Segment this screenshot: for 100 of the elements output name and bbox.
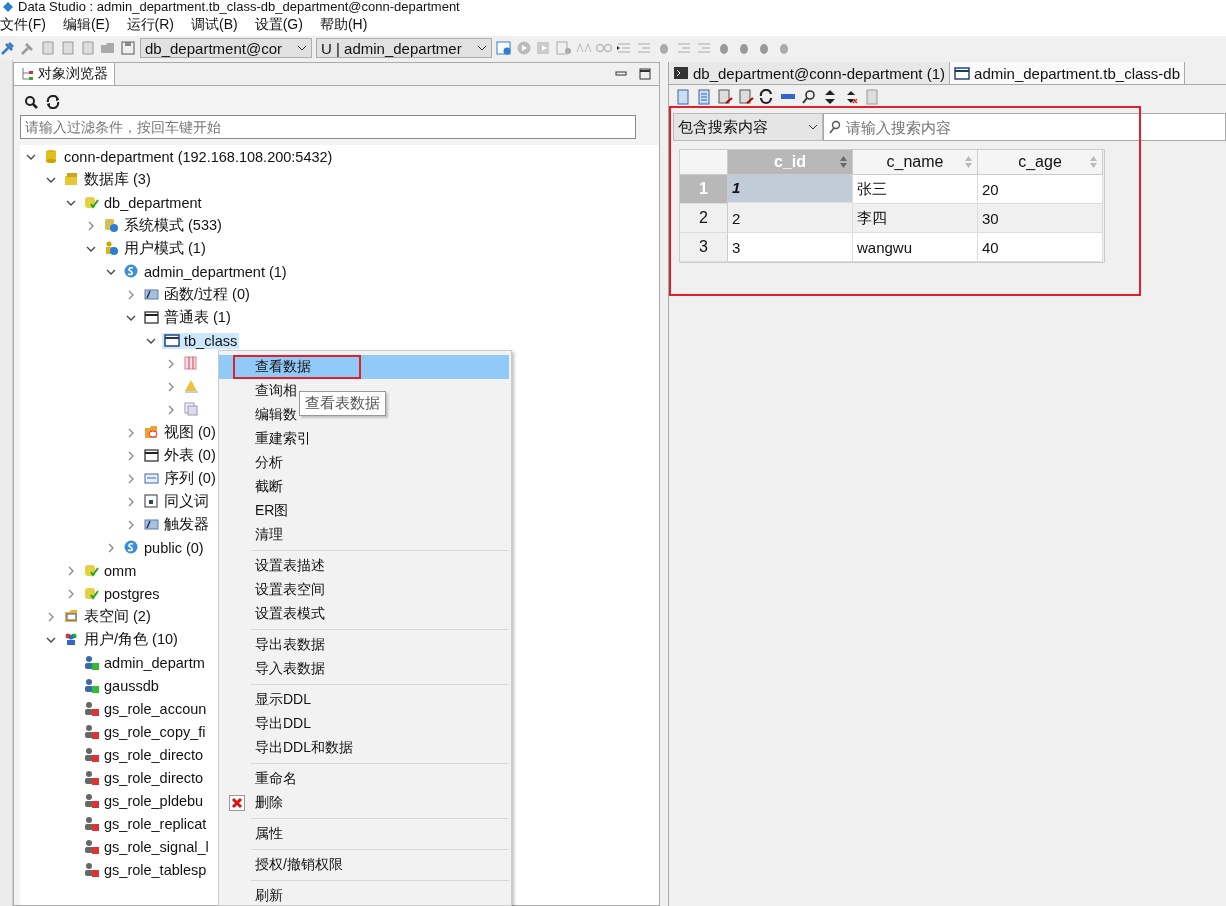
menu-item[interactable]: 设置表描述 [255, 557, 325, 575]
tree-item[interactable]: 表空间 (2) [84, 607, 151, 626]
tree-item[interactable]: gs_role_signal_l [104, 838, 209, 855]
menu-item[interactable]: 设置表空间 [255, 581, 325, 599]
tree-item[interactable]: 系统模式 (533) [124, 216, 222, 235]
user-icon [84, 815, 100, 832]
search-field[interactable]: 请输入搜索内容 [823, 113, 1226, 141]
table-icon [144, 309, 160, 326]
menu-item[interactable]: ER图 [255, 502, 289, 520]
chevron-right-icon[interactable] [166, 381, 176, 392]
document-icon [696, 89, 712, 105]
connection-combo[interactable]: db_department@cor [140, 38, 312, 58]
column-header[interactable]: c_age [978, 150, 1103, 175]
chevron-right-icon[interactable] [126, 519, 136, 530]
menu-item[interactable]: 导出DDL和数据 [255, 739, 353, 757]
app-icon [2, 1, 14, 13]
tree-item[interactable]: conn-department (192.168.108.200:5432) [64, 148, 333, 165]
menu-item[interactable]: 设置表模式 [255, 605, 325, 623]
indent-icon [636, 40, 652, 56]
table-cell: 李四 [853, 204, 978, 233]
search-mode-combo[interactable]: 包含搜索内容 [673, 113, 823, 141]
chevron-right-icon[interactable] [86, 220, 96, 231]
menu-item[interactable]: 导出表数据 [255, 636, 325, 654]
menu-item[interactable]: 截断 [255, 478, 283, 496]
user-icon [84, 654, 100, 671]
menu-item[interactable]: 导入表数据 [255, 660, 325, 678]
chevron-right-icon[interactable] [106, 542, 116, 553]
chevron-down-icon [808, 124, 818, 130]
chevron-right-icon[interactable] [166, 404, 176, 415]
tree-item[interactable]: gs_role_replicat [104, 815, 207, 832]
document-icon [675, 89, 691, 105]
tree-item[interactable]: 序列 (0) [164, 469, 216, 488]
menu-item[interactable]: 调试(B) [191, 16, 238, 34]
tree-item[interactable]: gs_role_tablesp [104, 861, 207, 878]
tree-item[interactable]: gs_role_accoun [104, 700, 207, 717]
tree-item[interactable]: public (0) [144, 539, 204, 556]
function-icon [144, 286, 160, 303]
menu-item[interactable]: 查看数据 [255, 358, 311, 376]
chevron-right-icon[interactable] [126, 496, 136, 507]
chevron-right-icon[interactable] [166, 358, 176, 369]
menu-item[interactable]: 文件(F) [0, 16, 46, 34]
row-header[interactable]: 3 [680, 233, 728, 262]
tree-item[interactable]: 视图 (0) [164, 423, 216, 442]
menu-item[interactable]: 属性 [255, 825, 283, 843]
tree-item[interactable]: admin_department (1) [144, 263, 287, 280]
menu-item[interactable]: 编辑(E) [62, 16, 110, 34]
sort-icon [1089, 155, 1098, 169]
table-cell: 20 [978, 175, 1103, 204]
chevron-right-icon[interactable] [66, 565, 76, 576]
tree-item[interactable]: db_department [104, 194, 202, 211]
panel-tab[interactable]: 对象浏览器 [14, 63, 115, 85]
tree-item[interactable]: postgres [104, 585, 160, 602]
tree-item[interactable]: 普通表 (1) [164, 308, 231, 327]
tree-item[interactable]: admin_departm [104, 654, 205, 671]
filter-field[interactable]: 请输入过滤条件，按回车键开始 [20, 115, 636, 139]
column-header[interactable]: c_name [853, 150, 978, 175]
chevron-right-icon[interactable] [66, 588, 76, 599]
menu-item[interactable]: 重建索引 [255, 430, 311, 448]
tree-item[interactable]: 同义词 [164, 492, 209, 511]
menu-item[interactable]: 设置(G) [254, 16, 303, 34]
folder-icon [64, 608, 80, 625]
table-cell: 3 [728, 233, 853, 262]
menu-item[interactable]: 删除 [255, 794, 283, 812]
menu-item[interactable]: 运行(R) [126, 16, 174, 34]
maximize-icon [639, 68, 651, 80]
tree-item[interactable]: 函数/过程 (0) [164, 285, 250, 304]
menu-item[interactable]: 导出DDL [255, 715, 311, 733]
menu-item[interactable]: 授权/撤销权限 [255, 856, 343, 874]
table-cell: 30 [978, 204, 1103, 233]
chevron-right-icon[interactable] [126, 289, 136, 300]
schema-combo[interactable]: U | admin_departmer [316, 38, 492, 58]
menu-item[interactable]: 刷新 [255, 887, 283, 905]
chevron-right-icon[interactable] [126, 473, 136, 484]
folder-icon [100, 40, 116, 56]
tree-item[interactable]: gs_role_directo [104, 769, 204, 786]
tree-item[interactable]: 触发器 [164, 515, 209, 534]
menu-item[interactable]: 帮助(H) [319, 16, 368, 34]
editor-tab[interactable]: db_department@conn-department (1) [669, 62, 951, 84]
tree-item[interactable]: 用户模式 (1) [124, 239, 206, 258]
tree-item[interactable]: gs_role_directo [104, 746, 204, 763]
menu-item[interactable]: 重命名 [255, 770, 297, 788]
chevron-right-icon[interactable] [126, 450, 136, 461]
tree-item[interactable]: gaussdb [104, 677, 159, 694]
gear-icon [556, 40, 572, 56]
editor-tab[interactable]: admin_department.tb_class-db [950, 62, 1185, 84]
edit-icon [738, 89, 754, 105]
tree-item[interactable]: gs_role_copy_fi [104, 723, 206, 740]
chevron-right-icon[interactable] [126, 427, 136, 438]
tree-item[interactable]: 外表 (0) [164, 446, 216, 465]
chevron-right-icon[interactable] [46, 611, 56, 622]
row-header[interactable]: 2 [680, 204, 728, 233]
tree-item[interactable]: omm [104, 562, 137, 579]
tree-item[interactable]: 用户/角色 (10) [84, 630, 178, 649]
menu-item[interactable]: 分析 [255, 454, 283, 472]
menu-item[interactable]: 清理 [255, 526, 283, 544]
menu-item[interactable]: 编辑数 [255, 406, 297, 424]
tree-item[interactable]: 数据库 (3) [84, 170, 151, 189]
tree-item[interactable]: gs_role_pldebu [104, 792, 204, 809]
menu-item[interactable]: 查询相 [255, 382, 297, 400]
menu-item[interactable]: 显示DDL [255, 691, 311, 709]
